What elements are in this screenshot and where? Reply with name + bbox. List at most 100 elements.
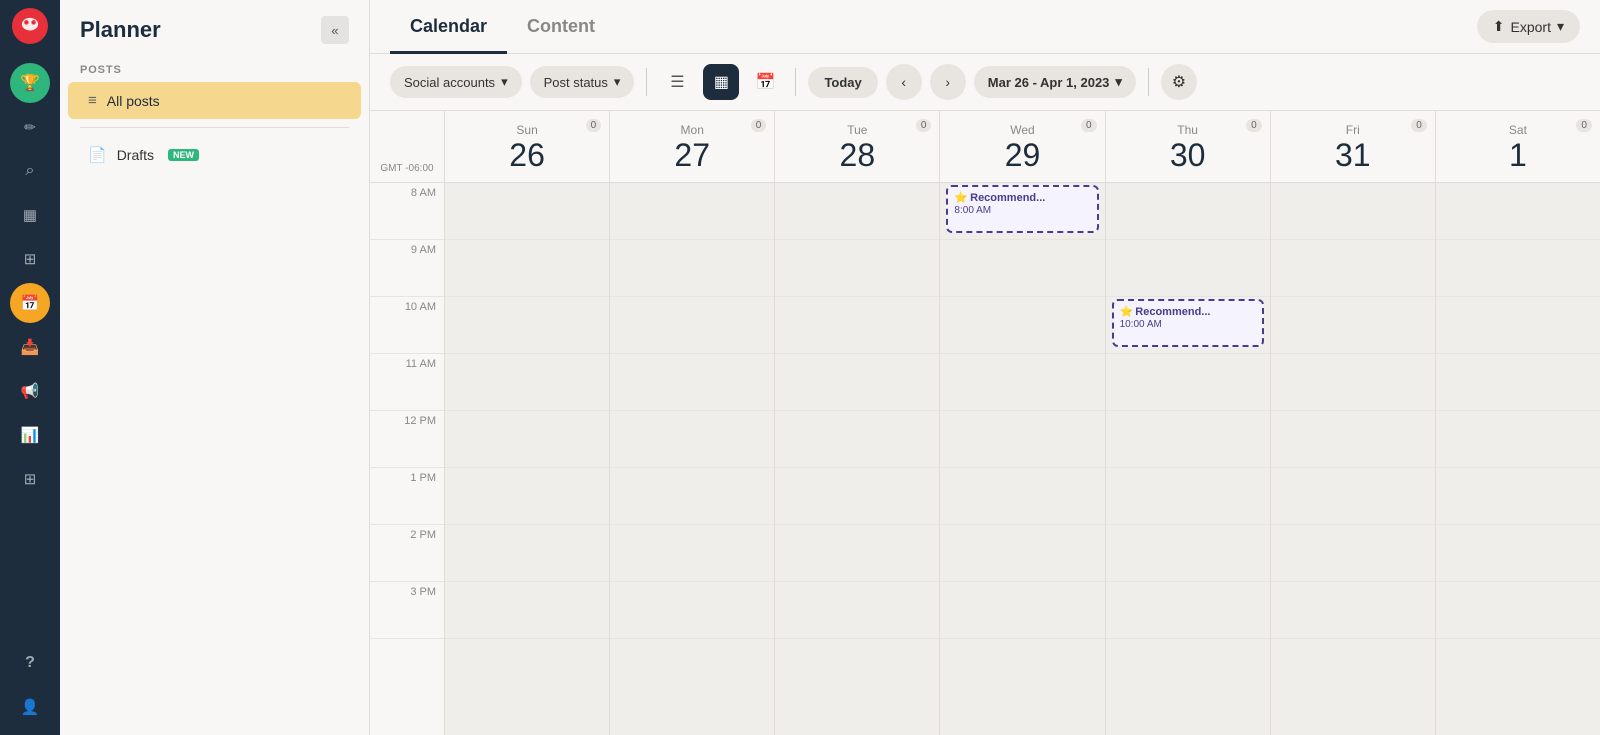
slot-3-pm[interactable] bbox=[940, 582, 1104, 639]
slot-8-am[interactable] bbox=[445, 183, 609, 240]
slot-11-am[interactable] bbox=[1106, 354, 1270, 411]
slot-2-pm[interactable] bbox=[1106, 525, 1270, 582]
day-header-wed[interactable]: Wed290 bbox=[940, 111, 1104, 183]
slot-12-pm[interactable] bbox=[445, 411, 609, 468]
slot-9-am[interactable] bbox=[1436, 240, 1600, 297]
app-logo[interactable] bbox=[12, 8, 48, 49]
tab-content[interactable]: Content bbox=[507, 0, 615, 54]
month-view-button[interactable]: 📅 bbox=[747, 64, 783, 100]
slot-2-pm[interactable] bbox=[445, 525, 609, 582]
slot-9-am[interactable] bbox=[1271, 240, 1435, 297]
sidebar-item-all-posts[interactable]: ≡ All posts bbox=[68, 82, 361, 119]
slot-8-am[interactable] bbox=[1106, 183, 1270, 240]
day-header-thu[interactable]: Thu300 bbox=[1106, 111, 1270, 183]
day-header-tue[interactable]: Tue280 bbox=[775, 111, 939, 183]
trophy-icon[interactable]: 🏆 Rewards bbox=[10, 63, 50, 103]
slot-2-pm[interactable] bbox=[1271, 525, 1435, 582]
slot-9-am[interactable] bbox=[775, 240, 939, 297]
slot-11-am[interactable] bbox=[1436, 354, 1600, 411]
slot-1-pm[interactable] bbox=[775, 468, 939, 525]
event-card[interactable]: ⭐Recommend...10:00 AM bbox=[1112, 299, 1264, 347]
slot-2-pm[interactable] bbox=[775, 525, 939, 582]
help-icon[interactable]: ? Help bbox=[10, 643, 50, 683]
day-header-fri[interactable]: Fri310 bbox=[1271, 111, 1435, 183]
edit-icon[interactable]: ✏ Compose bbox=[10, 107, 50, 147]
slot-3-pm[interactable] bbox=[1106, 582, 1270, 639]
slot-9-am[interactable] bbox=[940, 240, 1104, 297]
user-icon[interactable]: 👤 Profile bbox=[10, 687, 50, 727]
settings-button[interactable]: ⚙ bbox=[1161, 64, 1197, 100]
day-header-mon[interactable]: Mon270 bbox=[610, 111, 774, 183]
slot-8-am[interactable] bbox=[1436, 183, 1600, 240]
grid-icon[interactable]: ⊞ Apps bbox=[10, 239, 50, 279]
slot-1-pm[interactable] bbox=[1106, 468, 1270, 525]
post-status-button[interactable]: Post status ▾ bbox=[530, 66, 635, 98]
slot-12-pm[interactable] bbox=[1271, 411, 1435, 468]
slot-12-pm[interactable] bbox=[1436, 411, 1600, 468]
slot-9-am[interactable] bbox=[610, 240, 774, 297]
slot-1-pm[interactable] bbox=[445, 468, 609, 525]
day-header-sun[interactable]: Sun260 bbox=[445, 111, 609, 183]
analytics-icon[interactable]: 📊 Analytics bbox=[10, 415, 50, 455]
event-card[interactable]: ⭐Recommend...8:00 AM bbox=[946, 185, 1098, 233]
slot-10-am[interactable] bbox=[1436, 297, 1600, 354]
slot-1-pm[interactable] bbox=[1271, 468, 1435, 525]
sidebar-item-drafts[interactable]: 📄 Drafts NEW bbox=[68, 136, 361, 174]
date-range-button[interactable]: Mar 26 - Apr 1, 2023 ▾ bbox=[974, 66, 1136, 98]
nav-divider bbox=[80, 127, 349, 128]
campaigns-icon[interactable]: 📢 Campaigns bbox=[10, 371, 50, 411]
slot-2-pm[interactable] bbox=[610, 525, 774, 582]
tab-calendar[interactable]: Calendar bbox=[390, 0, 507, 54]
slot-3-pm[interactable] bbox=[445, 582, 609, 639]
slot-1-pm[interactable] bbox=[940, 468, 1104, 525]
slot-12-pm[interactable] bbox=[940, 411, 1104, 468]
slot-1-pm[interactable] bbox=[1436, 468, 1600, 525]
left-panel: Planner « POSTS ≡ All posts 📄 Drafts NEW bbox=[60, 0, 370, 735]
inbox-icon[interactable]: 📥 Inbox bbox=[10, 327, 50, 367]
list-view-button[interactable]: ☰ bbox=[659, 64, 695, 100]
slot-11-am[interactable] bbox=[445, 354, 609, 411]
slot-9-am[interactable] bbox=[445, 240, 609, 297]
prev-week-button[interactable]: ‹ bbox=[886, 64, 922, 100]
slot-10-am[interactable] bbox=[1271, 297, 1435, 354]
search-icon[interactable]: ⌕ Search bbox=[10, 151, 50, 191]
slot-3-pm[interactable] bbox=[1271, 582, 1435, 639]
slot-12-pm[interactable] bbox=[610, 411, 774, 468]
grid-view-button[interactable]: ▦ bbox=[703, 64, 739, 100]
slot-9-am[interactable] bbox=[1106, 240, 1270, 297]
next-week-button[interactable]: › bbox=[930, 64, 966, 100]
dashboard-icon[interactable]: ▦ Dashboard bbox=[10, 195, 50, 235]
slot-10-am[interactable] bbox=[775, 297, 939, 354]
slot-11-am[interactable] bbox=[610, 354, 774, 411]
slot-3-pm[interactable] bbox=[1436, 582, 1600, 639]
apps2-icon[interactable]: ⊞ Apps bbox=[10, 459, 50, 499]
top-tabs: Calendar Content ⬆ Export ▾ bbox=[370, 0, 1600, 54]
day-number: 26 bbox=[509, 139, 545, 171]
slot-12-pm[interactable] bbox=[775, 411, 939, 468]
day-header-sat[interactable]: Sat10 bbox=[1436, 111, 1600, 183]
slot-10-am[interactable] bbox=[940, 297, 1104, 354]
slot-8-am[interactable] bbox=[610, 183, 774, 240]
calendar-icon[interactable]: 📅 Planner bbox=[10, 283, 50, 323]
export-button[interactable]: ⬆ Export ▾ bbox=[1477, 10, 1580, 43]
today-button[interactable]: Today bbox=[808, 67, 877, 98]
day-name: Tue bbox=[847, 123, 867, 137]
social-accounts-button[interactable]: Social accounts ▾ bbox=[390, 66, 522, 98]
slot-8-am[interactable] bbox=[775, 183, 939, 240]
slot-11-am[interactable] bbox=[940, 354, 1104, 411]
slot-11-am[interactable] bbox=[775, 354, 939, 411]
slot-12-pm[interactable] bbox=[1106, 411, 1270, 468]
day-slots bbox=[1271, 183, 1435, 639]
slot-10-am[interactable] bbox=[610, 297, 774, 354]
slot-10-am[interactable] bbox=[445, 297, 609, 354]
collapse-button[interactable]: « bbox=[321, 16, 349, 44]
slot-3-pm[interactable] bbox=[610, 582, 774, 639]
slot-2-pm[interactable] bbox=[940, 525, 1104, 582]
toolbar-divider-2 bbox=[795, 68, 796, 96]
slot-11-am[interactable] bbox=[1271, 354, 1435, 411]
slot-2-pm[interactable] bbox=[1436, 525, 1600, 582]
slot-1-pm[interactable] bbox=[610, 468, 774, 525]
slot-3-pm[interactable] bbox=[775, 582, 939, 639]
days-container: Sun260Mon270Tue280Wed290⭐Recommend...8:0… bbox=[445, 111, 1600, 735]
slot-8-am[interactable] bbox=[1271, 183, 1435, 240]
